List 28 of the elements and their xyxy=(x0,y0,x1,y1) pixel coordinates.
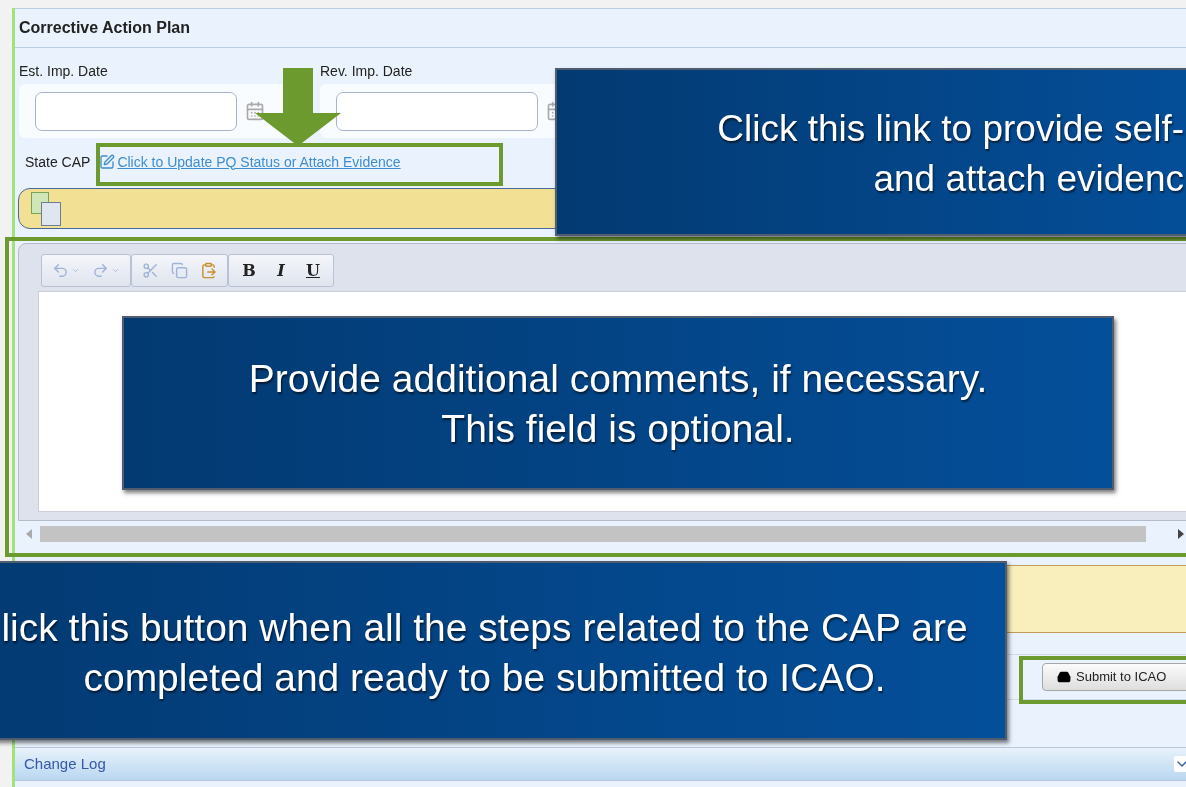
paste-icon[interactable] xyxy=(200,262,217,279)
document-icon xyxy=(31,191,61,226)
change-log-title: Change Log xyxy=(24,753,106,774)
callout-text: This field is optional. xyxy=(441,406,795,452)
field-label: Rev. Imp. Date xyxy=(320,62,413,81)
date-input[interactable] xyxy=(336,91,538,131)
panel-title: Corrective Action Plan xyxy=(19,18,190,38)
underline-button[interactable]: U xyxy=(303,260,323,281)
caret-icon[interactable] xyxy=(71,266,80,275)
change-log-bar[interactable]: Change Log xyxy=(15,747,1186,781)
callout-text: Click this link to provide self- xyxy=(717,107,1184,151)
field-label: State CAP xyxy=(25,152,91,172)
field-label: Est. Imp. Date xyxy=(19,62,109,81)
expand-icon[interactable] xyxy=(1174,756,1186,772)
callout-text: and attach evidenc xyxy=(873,157,1184,201)
scrollbar-thumb[interactable] xyxy=(40,526,1146,542)
bold-button[interactable]: B xyxy=(239,260,259,281)
edit-icon xyxy=(99,154,116,170)
calendar-icon[interactable] xyxy=(245,101,265,121)
scroll-right-icon[interactable] xyxy=(1178,529,1184,539)
caret-icon[interactable] xyxy=(111,266,120,275)
callout-text: Provide additional comments, if necessary. xyxy=(248,356,988,402)
date-input[interactable] xyxy=(35,91,237,131)
callout-text: lick this button when all the steps related to the CAP are xyxy=(1,605,968,651)
submit-button[interactable]: Submit to ICAO xyxy=(1042,663,1186,691)
italic-button[interactable]: I xyxy=(271,260,291,281)
scroll-left-icon[interactable] xyxy=(26,529,32,539)
callout-text: completed and ready to be submitted to ICAO. xyxy=(83,655,886,701)
